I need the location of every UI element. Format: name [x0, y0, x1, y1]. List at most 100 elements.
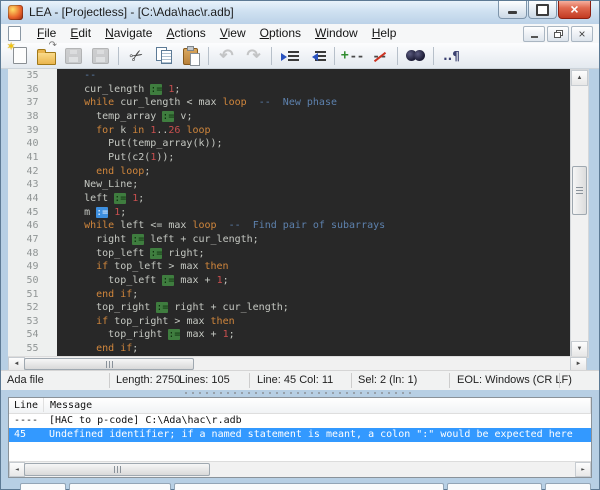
mdi-minimize-button[interactable] — [523, 26, 545, 42]
message-row[interactable]: 45 Undefined identifier; if a named stat… — [9, 428, 591, 442]
menu-help[interactable]: Help — [365, 25, 404, 42]
status-separator — [109, 373, 110, 388]
mdi-minimize-icon — [531, 36, 538, 38]
line-number: 55 — [8, 342, 57, 356]
code-text: -- — [57, 69, 570, 83]
scroll-right-arrow[interactable]: ► — [575, 462, 591, 477]
mdi-close-button[interactable] — [571, 26, 593, 42]
code-line: 50 top_left := max + 1; — [8, 274, 570, 288]
code-line: 52 top_right := right + cur_length; — [8, 301, 570, 315]
message-panel[interactable]: Line Message ---- [HAC to p-code] C:\Ada… — [8, 397, 592, 478]
code-text: top_right := max + 1; — [57, 328, 570, 342]
cut-icon — [130, 46, 143, 66]
menu-window[interactable]: Window — [308, 25, 365, 42]
app-icon — [8, 5, 23, 20]
title-bar[interactable]: LEA - [Projectless] - [C:\Ada\hac\r.adb] — [1, 1, 599, 24]
line-number: 45 — [8, 206, 57, 220]
indent-button[interactable] — [276, 44, 303, 67]
horizontal-scroll-thumb[interactable] — [24, 463, 210, 476]
undo-icon — [219, 46, 233, 66]
code-text: end loop; — [57, 165, 570, 179]
panel-splitter[interactable] — [1, 389, 599, 397]
redo-button — [240, 44, 267, 67]
menu-actions[interactable]: Actions — [159, 25, 212, 42]
unindent-button[interactable] — [303, 44, 330, 67]
column-header-line[interactable]: Line — [9, 398, 44, 412]
message-horizontal-scrollbar[interactable]: ◄ ► — [9, 461, 591, 477]
code-line: 39 for k in 1..26 loop — [8, 124, 570, 138]
scroll-left-arrow[interactable]: ◄ — [8, 357, 25, 371]
horizontal-scroll-thumb[interactable] — [24, 358, 194, 370]
menu-file[interactable]: File — [30, 25, 63, 42]
status-separator — [449, 373, 450, 388]
menu-view[interactable]: View — [213, 25, 253, 42]
status-eol: EOL: Windows (CR LF) — [457, 374, 572, 386]
toolbar-separator — [271, 47, 272, 65]
mdi-restore-icon — [554, 30, 563, 38]
thumb-grip — [117, 466, 118, 473]
show-formatting-marks-button[interactable] — [438, 44, 465, 67]
unindent-icon — [308, 50, 326, 62]
code-line: 35 -- — [8, 69, 570, 83]
message-row[interactable]: ---- [HAC to p-code] C:\Ada\hac\r.adb — [9, 414, 591, 428]
code-text: end if; — [57, 342, 570, 356]
open-file-icon — [37, 52, 56, 65]
message-text-cell: [HAC to p-code] C:\Ada\hac\r.adb — [43, 414, 591, 428]
code-text: if top_right > max then — [57, 315, 570, 329]
bottom-statusbar-segment — [174, 483, 444, 490]
vertical-scroll-thumb[interactable] — [572, 166, 587, 215]
scroll-right-arrow[interactable]: ► — [570, 357, 587, 371]
column-header-message[interactable]: Message — [44, 398, 591, 413]
copy-button[interactable] — [150, 44, 177, 67]
line-number: 51 — [8, 288, 57, 302]
mdi-restore-button[interactable] — [547, 26, 569, 42]
line-number: 39 — [8, 124, 57, 138]
bottom-statusbar-segment — [447, 483, 542, 490]
code-line: 38 temp_array := v; — [8, 110, 570, 124]
message-line-cell: 45 — [9, 428, 43, 442]
code-text: while left <= max loop -- Find pair of s… — [57, 219, 570, 233]
scroll-down-arrow[interactable]: ▼ — [571, 341, 588, 357]
indent-icon — [281, 50, 299, 62]
maximize-icon — [536, 4, 549, 16]
close-button[interactable] — [558, 1, 591, 19]
menu-options[interactable]: Options — [253, 25, 308, 42]
paste-button[interactable] — [177, 44, 204, 67]
thumb-grip — [576, 190, 583, 191]
code-line: 53 if top_right > max then — [8, 315, 570, 329]
status-file-type: Ada file — [7, 374, 44, 386]
menu-navigate[interactable]: Navigate — [98, 25, 159, 42]
cut-button[interactable] — [123, 44, 150, 67]
document-icon — [8, 26, 21, 41]
code-text: for k in 1..26 loop — [57, 124, 570, 138]
code-editor[interactable]: 35 --36 cur_length := 1;37 while cur_len… — [8, 69, 570, 356]
code-text: New_Line; — [57, 178, 570, 192]
code-line: 45 m := 1; — [8, 206, 570, 220]
status-length: Length: 2750 — [116, 374, 180, 386]
new-document-button[interactable] — [6, 44, 33, 67]
editor-vertical-scrollbar[interactable]: ▲ ▼ — [570, 69, 589, 358]
scroll-up-arrow[interactable]: ▲ — [571, 70, 588, 86]
code-line: 51 end if; — [8, 288, 570, 302]
message-line-cell: ---- — [9, 414, 43, 428]
new-document-icon — [13, 47, 27, 64]
minimize-icon — [508, 11, 517, 14]
toggle-comment-icon — [341, 51, 364, 61]
code-text: if top_left > max then — [57, 260, 570, 274]
editor-horizontal-scrollbar[interactable]: ◄ ► — [8, 356, 587, 371]
bottom-statusbar-segment — [20, 483, 66, 490]
line-number: 36 — [8, 83, 57, 97]
scroll-left-arrow[interactable]: ◄ — [9, 462, 25, 477]
line-number: 49 — [8, 260, 57, 274]
open-file-button[interactable] — [33, 44, 60, 67]
save-as-icon — [92, 48, 109, 64]
uncomment-button[interactable] — [366, 44, 393, 67]
find-button[interactable] — [402, 44, 429, 67]
line-number: 50 — [8, 274, 57, 288]
line-number: 42 — [8, 165, 57, 179]
toggle-comment-button[interactable] — [339, 44, 366, 67]
minimize-button[interactable] — [498, 1, 527, 19]
status-separator — [249, 373, 250, 388]
menu-edit[interactable]: Edit — [63, 25, 98, 42]
maximize-button[interactable] — [528, 1, 557, 19]
